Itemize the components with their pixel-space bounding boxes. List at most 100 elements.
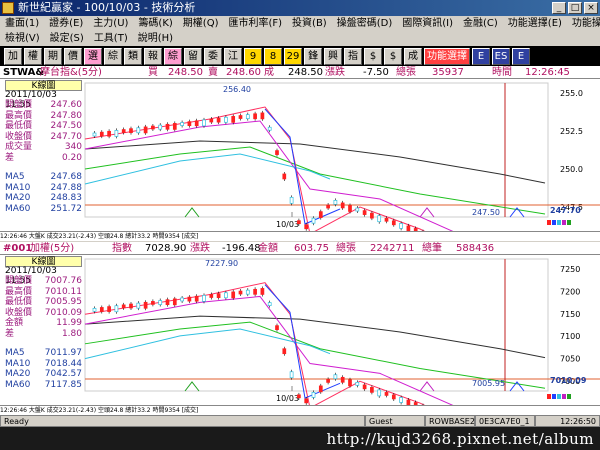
candle	[129, 128, 133, 134]
status-mode: ROWBASE2	[425, 415, 475, 427]
toolbar-button-4[interactable]: 選	[84, 47, 102, 65]
menu-item-0[interactable]: 畫面(1)	[0, 16, 44, 31]
candle	[275, 325, 279, 331]
candle	[143, 126, 148, 134]
menu-item-5[interactable]: 匯市利率(F)	[223, 16, 287, 31]
toolbar-button-5[interactable]: 綜	[104, 47, 122, 65]
candle	[121, 304, 126, 309]
candle	[172, 298, 177, 306]
toolbar-button-15[interactable]: 鋒	[304, 47, 322, 65]
candle	[245, 289, 250, 295]
taskbar: http://kujd3268.pixnet.net/album	[0, 427, 600, 450]
toolbar-button-13[interactable]: 8	[264, 47, 282, 65]
menu-item-11[interactable]: 功能操作(F)	[567, 16, 600, 31]
toolbar-button-17[interactable]: 指	[344, 47, 362, 65]
candle	[304, 398, 309, 404]
candle	[326, 204, 330, 209]
toolbar-button-0[interactable]: 加	[4, 47, 22, 65]
top-volume: 35937	[432, 67, 464, 78]
candle	[121, 129, 126, 133]
menu-item-2[interactable]: 主力(U)	[88, 16, 133, 31]
menu-bar: 畫面(1) 證券(E) 主力(U) 籌碼(K) 期權(Q) 匯市利率(F) 投資(B) 操盤密…	[0, 16, 600, 46]
candle	[202, 119, 206, 127]
menu2-item-1[interactable]: 設定(S)	[45, 31, 89, 46]
last-price-label: 7010.09	[550, 376, 587, 385]
candle	[136, 302, 141, 309]
y-tick-label: 7250	[560, 265, 580, 274]
toolbar-button-19[interactable]: $	[384, 47, 402, 65]
toolbar-button-8[interactable]: 綜	[164, 47, 182, 65]
toolbar-button-22[interactable]: ES	[492, 47, 510, 65]
toolbar-button-1[interactable]: 權	[24, 47, 42, 65]
candle	[180, 122, 184, 126]
y-tick-label: 255.0	[560, 89, 583, 98]
toolbar-button-16[interactable]: 興	[324, 47, 342, 65]
date-label: 10/03	[276, 394, 299, 403]
date-label: 10/03	[276, 220, 299, 229]
top-trade-label: 成	[264, 67, 274, 78]
toolbar-button-2[interactable]: 期	[44, 47, 62, 65]
window-title: 新世紀贏家 - 100/10/03 - 技術分析	[18, 1, 196, 14]
candle	[158, 300, 163, 305]
top-sell: 248.60	[226, 67, 261, 78]
watermark-url: http://kujd3268.pixnet.net/album	[326, 430, 594, 448]
candle	[318, 211, 323, 218]
toolbar-function-button[interactable]: 功能選擇	[424, 47, 470, 65]
toolbar-button-23[interactable]: E	[512, 47, 530, 65]
menu-item-6[interactable]: 投資(B)	[287, 16, 332, 31]
menu-item-9[interactable]: 金融(C)	[458, 16, 503, 31]
minimize-button[interactable]: _	[552, 2, 566, 14]
toolbar-button-14[interactable]: 29	[284, 47, 302, 65]
candle	[340, 376, 345, 383]
top-ma-row: MA20 248.83	[5, 193, 82, 203]
menu2-item-0[interactable]: 檢視(V)	[0, 31, 45, 46]
menu2-item-2[interactable]: 工具(T)	[89, 31, 133, 46]
bottom-volume: 2242711	[370, 243, 415, 254]
top-buy: 248.50	[168, 67, 203, 78]
candle	[224, 116, 228, 123]
candle	[282, 173, 287, 180]
top-candlestick-chart[interactable]: 255.0252.5250.0247.510/03256.40247.50 247…	[0, 79, 600, 231]
candle	[187, 121, 192, 127]
menu2-item-3[interactable]: 說明(H)	[133, 31, 178, 46]
toolbar-button-9[interactable]: 留	[184, 47, 202, 65]
candle	[114, 130, 119, 137]
bottom-amount: 603.75	[294, 243, 329, 254]
maximize-button[interactable]: □	[568, 2, 582, 14]
toolbar-button-6[interactable]: 類	[124, 47, 142, 65]
candle	[129, 303, 133, 309]
close-button[interactable]: ×	[584, 2, 598, 14]
toolbar-button-20[interactable]: 成交	[404, 47, 422, 65]
candle	[209, 118, 214, 123]
candle	[362, 210, 367, 215]
toolbar-button-10[interactable]: 委	[204, 47, 222, 65]
menu-item-1[interactable]: 證券(E)	[44, 16, 88, 31]
candle	[333, 374, 338, 380]
candle	[238, 115, 243, 119]
bottom-change-label: 漲跌	[190, 243, 210, 254]
menu-item-3[interactable]: 籌碼(K)	[133, 16, 177, 31]
bottom-candlestick-chart[interactable]: 72507200715071007050700010/037227.907005…	[0, 255, 600, 405]
legend-swatch	[562, 220, 566, 225]
toolbar-button-7[interactable]: 報	[144, 47, 162, 65]
menu-item-4[interactable]: 期權(Q)	[178, 16, 224, 31]
candle	[377, 215, 382, 223]
menu-item-10[interactable]: 功能選擇(E)	[503, 16, 567, 31]
menu-item-8[interactable]: 國際資訊(I)	[397, 16, 458, 31]
candle	[92, 307, 97, 312]
candle	[253, 113, 257, 120]
toolbar-button-11[interactable]: 江	[224, 47, 242, 65]
toolbar-button-21[interactable]: E	[472, 47, 490, 65]
candle	[260, 112, 265, 120]
top-volume-label: 總張	[396, 67, 416, 78]
candle	[348, 205, 352, 212]
toolbar-button-18[interactable]: $	[364, 47, 382, 65]
bottom-count: 588436	[456, 243, 495, 254]
menu-item-7[interactable]: 操盤密碼(D)	[332, 16, 398, 31]
bottom-status-line: 12:26:46 大盤K 成交23.21(-2.43) 空頭24.8 總計33.…	[0, 405, 600, 415]
bottom-change: -196.48	[222, 243, 261, 254]
toolbar-button-12[interactable]: 9	[244, 47, 262, 65]
toolbar-button-3[interactable]: 價	[64, 47, 82, 65]
bottom-volume-label: 總張	[336, 243, 356, 254]
status-user: Guest	[365, 415, 425, 427]
